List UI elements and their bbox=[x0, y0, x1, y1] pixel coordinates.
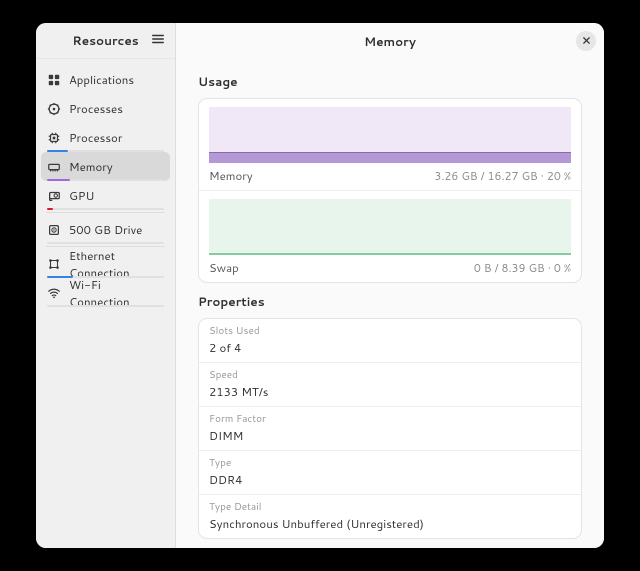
main-pane: Memory Usage Memory 3.26 GB / 16.27 GB bbox=[176, 23, 604, 548]
swap-usage-chart bbox=[209, 199, 571, 255]
property-value: DDR4 bbox=[209, 471, 571, 488]
sidebar-item-wi-fi-connection[interactable]: Wi-Fi Connection bbox=[41, 278, 170, 307]
property-row: TypeDDR4 bbox=[199, 450, 581, 494]
sidebar-item-label: Memory bbox=[69, 158, 113, 175]
swap-chart-bg bbox=[209, 199, 571, 255]
sidebar-item-memory[interactable]: Memory bbox=[41, 152, 170, 181]
sidebar-item-label: Processes bbox=[69, 100, 123, 117]
apps-icon bbox=[47, 73, 61, 87]
properties-card-group: Slots Used2 of 4Speed2133 MT/sForm Facto… bbox=[198, 318, 582, 539]
memory-chart-fill bbox=[209, 152, 571, 163]
swap-value: 0 B / 8.39 GB · 0 % bbox=[474, 260, 571, 276]
property-key: Type Detail bbox=[209, 500, 571, 514]
hamburger-icon bbox=[151, 32, 165, 50]
usage-card-memory[interactable]: Memory 3.26 GB / 16.27 GB · 20 % bbox=[199, 99, 581, 190]
sidebar-header: Resources bbox=[36, 23, 175, 59]
content-scroll[interactable]: Usage Memory 3.26 GB / 16.27 GB · 20 % bbox=[176, 59, 604, 548]
memory-usage-chart bbox=[209, 107, 571, 163]
memory-value: 3.26 GB / 16.27 GB · 20 % bbox=[434, 168, 571, 184]
property-key: Speed bbox=[209, 368, 571, 382]
property-row: Speed2133 MT/s bbox=[199, 362, 581, 406]
sidebar-item-label: Processor bbox=[69, 129, 122, 146]
sidebar-item-500-gb-drive[interactable]: 500 GB Drive bbox=[41, 215, 170, 244]
close-button[interactable] bbox=[576, 31, 596, 51]
page-title: Memory bbox=[364, 33, 416, 50]
property-row: Form FactorDIMM bbox=[199, 406, 581, 450]
sidebar-item-label: GPU bbox=[69, 187, 94, 204]
gpu-icon bbox=[47, 189, 61, 203]
sidebar-item-processes[interactable]: Processes bbox=[41, 94, 170, 123]
wifi-icon bbox=[47, 286, 61, 300]
usage-card-group: Memory 3.26 GB / 16.27 GB · 20 % Swap 0 … bbox=[198, 98, 582, 283]
activity-bar bbox=[47, 208, 164, 210]
property-value: Synchronous Unbuffered (Unregistered) bbox=[209, 515, 571, 532]
memory-chart-bg bbox=[209, 107, 571, 152]
close-icon bbox=[582, 33, 591, 49]
memory-usage-row: Memory 3.26 GB / 16.27 GB · 20 % bbox=[209, 167, 571, 184]
property-key: Form Factor bbox=[209, 412, 571, 426]
sidebar-item-gpu[interactable]: GPU bbox=[41, 181, 170, 210]
property-key: Type bbox=[209, 456, 571, 470]
sidebar-item-label: Applications bbox=[69, 71, 134, 88]
cpu-icon bbox=[47, 131, 61, 145]
sidebar: Resources Applications Processes Processor… bbox=[36, 23, 176, 548]
sidebar-title: Resources bbox=[72, 32, 138, 49]
swap-label: Swap bbox=[209, 259, 239, 276]
property-row: Type DetailSynchronous Unbuffered (Unreg… bbox=[199, 494, 581, 538]
activity-bar bbox=[47, 305, 164, 307]
property-value: 2 of 4 bbox=[209, 339, 571, 356]
properties-section-title: Properties bbox=[198, 293, 582, 310]
memory-icon bbox=[47, 160, 61, 174]
ethernet-icon bbox=[47, 257, 61, 271]
property-row: Slots Used2 of 4 bbox=[199, 319, 581, 362]
memory-label: Memory bbox=[209, 167, 253, 184]
sidebar-separator bbox=[46, 212, 165, 213]
sidebar-item-label: 500 GB Drive bbox=[69, 221, 142, 238]
property-key: Slots Used bbox=[209, 324, 571, 338]
menu-button[interactable] bbox=[147, 30, 169, 52]
processes-icon bbox=[47, 102, 61, 116]
sidebar-item-processor[interactable]: Processor bbox=[41, 123, 170, 152]
usage-section-title: Usage bbox=[198, 73, 582, 90]
swap-usage-row: Swap 0 B / 8.39 GB · 0 % bbox=[209, 259, 571, 276]
property-value: 2133 MT/s bbox=[209, 383, 571, 400]
sidebar-item-applications[interactable]: Applications bbox=[41, 65, 170, 94]
property-value: DIMM bbox=[209, 427, 571, 444]
app-window: Resources Applications Processes Processor… bbox=[36, 23, 604, 548]
drive-icon bbox=[47, 223, 61, 237]
main-header: Memory bbox=[176, 23, 604, 59]
activity-bar bbox=[47, 242, 164, 244]
usage-card-swap[interactable]: Swap 0 B / 8.39 GB · 0 % bbox=[199, 190, 581, 282]
sidebar-item-ethernet-connection[interactable]: Ethernet Connection bbox=[41, 249, 170, 278]
sidebar-list: Applications Processes Processor Memory GPU 5… bbox=[36, 59, 175, 307]
